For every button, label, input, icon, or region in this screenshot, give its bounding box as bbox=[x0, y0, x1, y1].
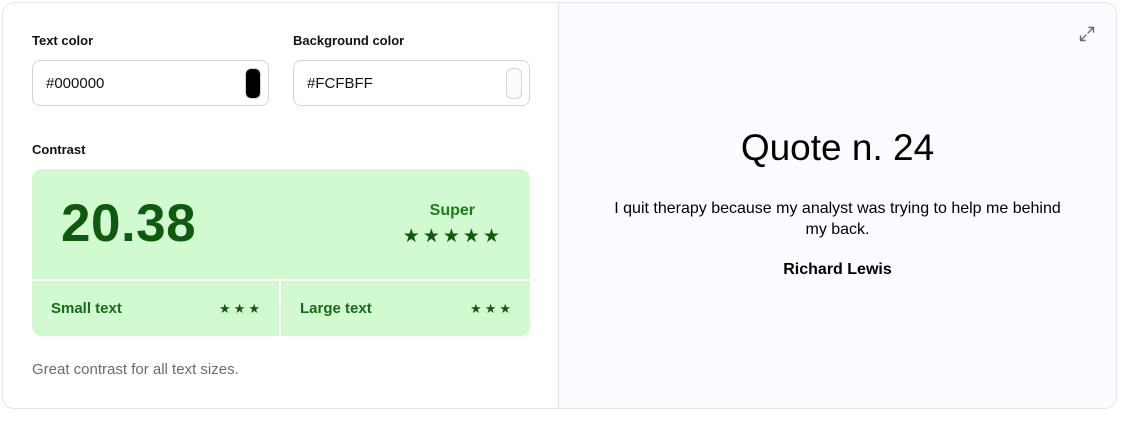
star-icon: ★ bbox=[484, 301, 497, 316]
star-icon: ★ bbox=[422, 226, 440, 247]
star-icon: ★ bbox=[219, 301, 231, 316]
contrast-checker-card: Text color Background color Contrast 20.… bbox=[2, 2, 1117, 409]
text-color-field bbox=[32, 60, 269, 106]
star-icon: ★ bbox=[248, 301, 260, 316]
small-text-label: Small text bbox=[51, 300, 122, 317]
contrast-description: Great contrast for all text sizes. bbox=[32, 361, 239, 378]
text-color-swatch[interactable] bbox=[245, 67, 261, 99]
background-color-input[interactable] bbox=[307, 74, 506, 92]
large-text-stars: ★ ★ ★ bbox=[470, 302, 511, 315]
star-icon: ★ bbox=[470, 301, 482, 316]
star-icon: ★ bbox=[442, 226, 460, 247]
contrast-result: 20.38 Super ★ ★ ★ ★ ★ Small text ★ ★ ★ Large t… bbox=[32, 169, 530, 336]
background-color-label: Background color bbox=[293, 33, 405, 48]
large-text-result: Large text ★ ★ ★ bbox=[281, 281, 530, 336]
small-text-stars: ★ ★ ★ bbox=[219, 302, 260, 315]
contrast-label: Contrast bbox=[32, 142, 86, 157]
contrast-rating: Super bbox=[429, 202, 475, 219]
small-text-result: Small text ★ ★ ★ bbox=[32, 281, 279, 336]
controls-panel: Text color Background color Contrast 20.… bbox=[3, 3, 559, 408]
expand-icon[interactable] bbox=[1078, 25, 1096, 43]
quote-author: Richard Lewis bbox=[783, 261, 892, 278]
contrast-score-panel: 20.38 Super ★ ★ ★ ★ ★ bbox=[32, 169, 530, 279]
star-icon: ★ bbox=[499, 301, 511, 316]
contrast-ratio: 20.38 bbox=[61, 194, 197, 253]
quote-title: Quote n. 24 bbox=[740, 127, 935, 168]
star-icon: ★ bbox=[233, 301, 246, 316]
large-text-label: Large text bbox=[300, 300, 372, 317]
background-color-swatch[interactable] bbox=[506, 67, 522, 99]
quote-text: I quit therapy because my analyst was tr… bbox=[614, 200, 1061, 238]
star-icon: ★ bbox=[462, 226, 480, 247]
text-color-label: Text color bbox=[32, 33, 94, 48]
star-icon: ★ bbox=[402, 226, 420, 247]
star-icon: ★ bbox=[482, 226, 500, 247]
text-color-input[interactable] bbox=[46, 74, 245, 92]
background-color-field bbox=[293, 60, 530, 106]
preview-panel: Quote n. 24 I quit therapy because my an… bbox=[559, 3, 1116, 408]
rating-stars: ★ ★ ★ ★ ★ bbox=[403, 227, 500, 246]
